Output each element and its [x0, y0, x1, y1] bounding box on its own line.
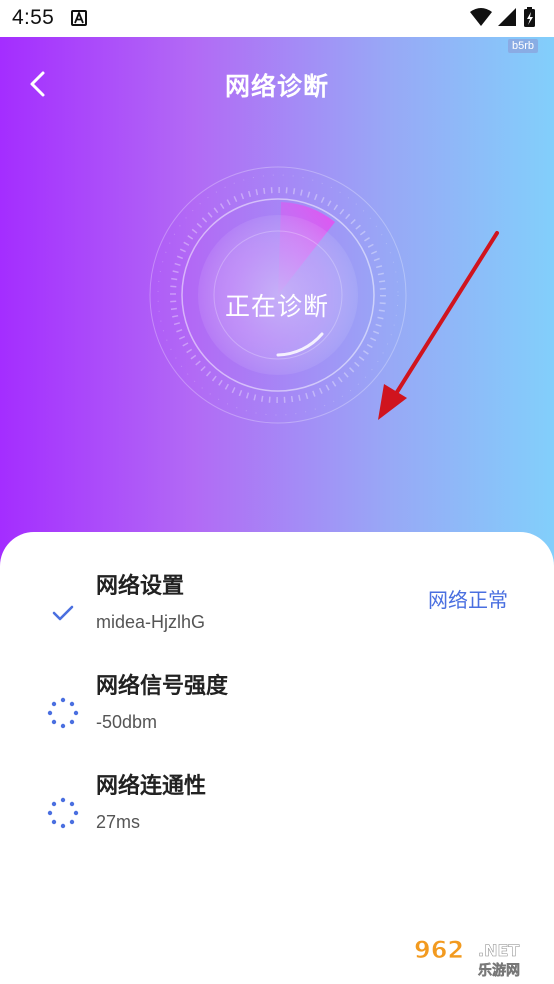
cellular-signal-icon [498, 8, 516, 26]
check-row-connectivity: 网络连通性 27ms [0, 764, 554, 854]
loading-spinner-icon [47, 697, 79, 729]
diagnosis-header-panel: b5rb 网络诊断 正在诊断 [0, 37, 554, 567]
check-value: 27ms [96, 812, 141, 832]
status-bar: 4:55 [0, 0, 554, 37]
page-title: 网络诊断 [224, 72, 329, 101]
check-row-network-settings: 网络设置 midea-HjzlhG 网络正常 [0, 564, 554, 654]
diagnosis-result-card: 网络设置 midea-HjzlhG 网络正常 网络信号强度 -50dbm 网络连… [0, 532, 554, 984]
site-watermark-logo: 962 .NET 乐游网 [414, 936, 521, 978]
check-icon [52, 605, 74, 621]
battery-charging-icon [524, 7, 535, 27]
watermark-number: 962 [414, 936, 464, 964]
check-title: 网络连通性 [96, 774, 207, 799]
check-row-signal-strength: 网络信号强度 -50dbm [0, 664, 554, 754]
check-title: 网络设置 [96, 574, 185, 599]
status-time: 4:55 [12, 6, 55, 29]
loading-spinner-icon [47, 797, 79, 829]
check-value: -50dbm [96, 712, 158, 732]
corner-tag: b5rb [507, 39, 538, 53]
wifi-icon [470, 8, 492, 26]
check-status: 网络正常 [428, 588, 508, 612]
check-title: 网络信号强度 [96, 674, 229, 699]
a-notification-icon [71, 10, 87, 26]
watermark-site: 乐游网 [478, 962, 520, 978]
status-icons [470, 7, 535, 27]
radar-status-label: 正在诊断 [224, 292, 329, 321]
check-value: midea-HjzlhG [96, 612, 206, 632]
watermark-net: .NET [478, 941, 519, 960]
